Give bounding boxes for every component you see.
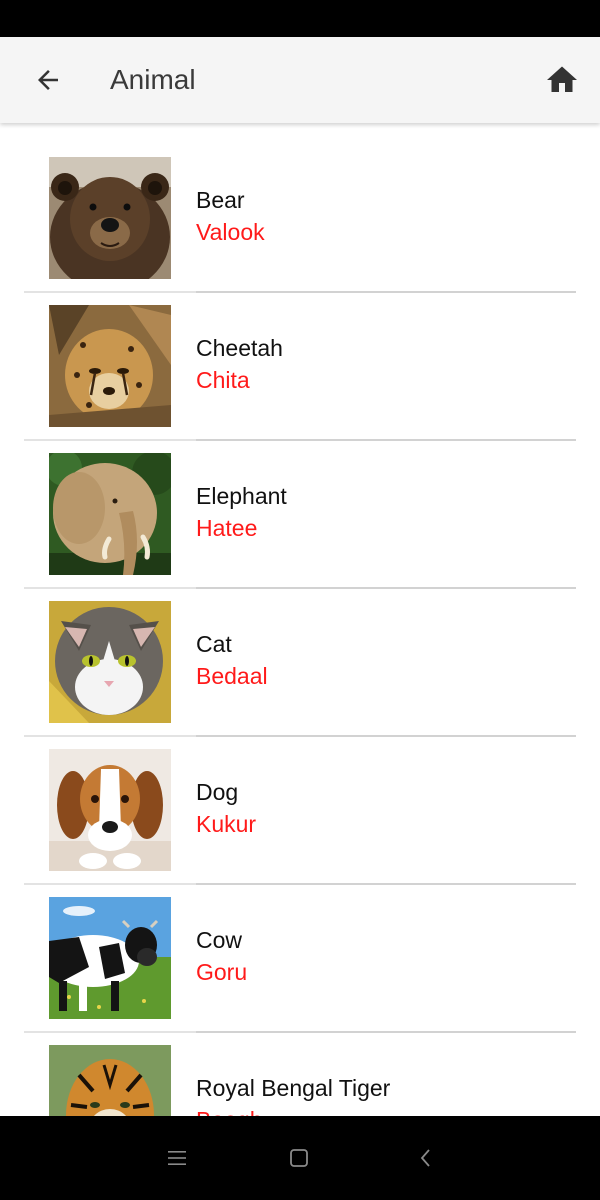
animal-name: Cat [196, 631, 232, 657]
app-bar: Animal [0, 37, 600, 123]
animal-name: Bear [196, 187, 245, 213]
elephant-photo [49, 453, 171, 575]
animal-name: Royal Bengal Tiger [196, 1075, 391, 1101]
list-item[interactable]: Elephant Hatee [0, 441, 600, 589]
animal-local-name: Kukur [196, 811, 257, 837]
dog-photo [49, 749, 171, 871]
menu-icon [168, 1151, 186, 1165]
animal-name: Dog [196, 779, 239, 805]
animal-name: Elephant [196, 483, 287, 509]
chevron-left-icon [420, 1149, 430, 1167]
animal-local-name: Baagh [196, 1105, 263, 1116]
home-nav-button[interactable] [281, 1140, 317, 1176]
cat-photo [49, 601, 171, 723]
animal-local-name: Valook [196, 219, 265, 245]
animal-list: Bear Valook Cheetah Chita Elephant Hatee… [0, 145, 600, 1116]
square-home-icon [290, 1149, 308, 1167]
cheetah-photo [49, 305, 171, 427]
back-nav-button[interactable] [408, 1140, 444, 1176]
animal-local-name: Hatee [196, 515, 258, 541]
animal-list-viewport[interactable]: Bear Valook Cheetah Chita Elephant Hatee… [0, 123, 600, 1116]
recent-apps-button[interactable] [159, 1140, 195, 1176]
arrow-left-icon [38, 70, 58, 90]
animal-local-name: Goru [196, 959, 248, 985]
system-nav-bar [0, 1116, 600, 1200]
list-item[interactable]: Royal Bengal Tiger Baagh [0, 1033, 600, 1116]
list-item[interactable]: Dog Kukur [0, 737, 600, 885]
cow-photo [49, 897, 171, 1019]
animal-name: Cheetah [196, 335, 283, 361]
list-item[interactable]: Cow Goru [0, 885, 600, 1033]
animal-local-name: Chita [196, 367, 250, 393]
home-icon [547, 66, 577, 92]
status-bar [0, 0, 600, 37]
page-title: Animal [110, 64, 196, 95]
animal-name: Cow [196, 927, 243, 953]
home-button[interactable] [538, 57, 586, 103]
back-button[interactable] [22, 57, 74, 103]
tiger-photo [49, 1045, 171, 1116]
list-item[interactable]: Cat Bedaal [0, 589, 600, 737]
list-item[interactable]: Cheetah Chita [0, 293, 600, 441]
animal-local-name: Bedaal [196, 663, 268, 689]
list-item[interactable]: Bear Valook [0, 145, 600, 293]
bear-photo [49, 157, 171, 279]
